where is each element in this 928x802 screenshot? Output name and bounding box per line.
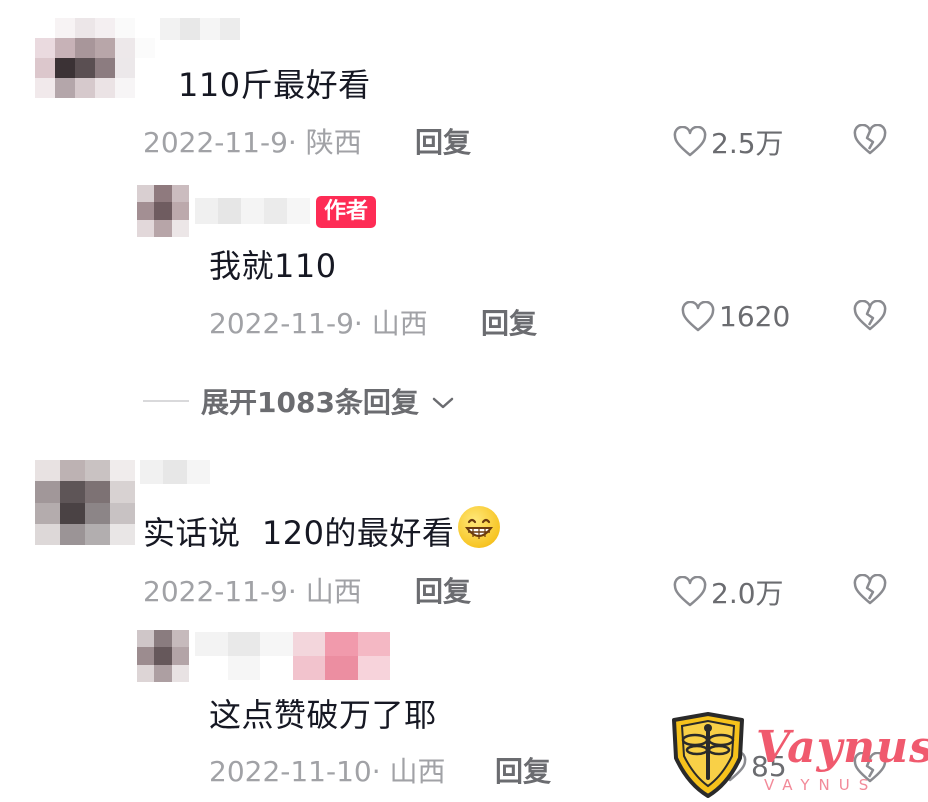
heart-outline-icon <box>673 576 707 608</box>
dragonfly-shield-logo <box>668 712 748 802</box>
comment-meta: 2022-11-9· 山西 <box>143 575 362 608</box>
chevron-down-icon <box>431 385 455 418</box>
reply-button[interactable]: 回复 <box>415 570 471 610</box>
reply-avatar[interactable] <box>137 185 189 237</box>
reply-avatar[interactable] <box>137 630 189 682</box>
reply-meta: 2022-11-9· 山西 <box>209 307 428 340</box>
broken-heart-icon <box>853 574 887 606</box>
reply-reply-button[interactable]: 回复 <box>495 750 551 790</box>
like-button[interactable]: 2.5万 <box>673 122 784 162</box>
reply-reply-button[interactable]: 回复 <box>481 302 537 342</box>
dislike-button[interactable] <box>853 124 887 156</box>
reply-meta: 2022-11-10· 山西 <box>209 755 446 788</box>
reply-like-count: 1620 <box>719 300 791 333</box>
watermark-subtitle: VAYNUS <box>764 776 878 794</box>
avatar[interactable] <box>35 18 155 98</box>
expand-label: 展开1083条回复 <box>201 386 419 419</box>
username-blurred[interactable] <box>140 460 210 484</box>
like-button[interactable]: 2.0万 <box>673 572 784 612</box>
like-count: 2.5万 <box>711 127 784 160</box>
reply-dislike-button[interactable] <box>853 300 887 332</box>
reply-username-blurred[interactable] <box>195 632 390 680</box>
like-count: 2.0万 <box>711 577 784 610</box>
divider-line <box>143 400 189 402</box>
heart-outline-icon <box>681 300 715 333</box>
comment-text: 110斤最好看 <box>178 66 371 104</box>
expand-replies-button[interactable]: 展开1083条回复 <box>143 381 455 421</box>
broken-heart-icon <box>853 124 887 156</box>
watermark: Vaynus VAYNUS <box>668 712 928 798</box>
reply-text: 这点赞破万了耶 <box>209 696 437 734</box>
broken-heart-icon <box>853 300 887 332</box>
username-blurred[interactable] <box>160 18 240 40</box>
dislike-button[interactable] <box>853 574 887 606</box>
comment-text: 实话说 120的最好看 <box>143 514 455 552</box>
comment-text-row: 实话说 120的最好看 <box>143 506 501 554</box>
reply-like-button[interactable]: 1620 <box>681 300 790 333</box>
watermark-brand: Vaynus <box>756 722 928 773</box>
comment-meta: 2022-11-9· 陕西 <box>143 126 362 159</box>
reply-username-blurred[interactable] <box>195 198 310 224</box>
reply-button[interactable]: 回复 <box>415 121 471 161</box>
reply-text: 我就110 <box>209 247 337 285</box>
grin-emoji <box>458 506 501 548</box>
avatar[interactable] <box>35 460 135 545</box>
author-badge: 作者 <box>316 196 377 228</box>
heart-outline-icon <box>673 126 707 158</box>
